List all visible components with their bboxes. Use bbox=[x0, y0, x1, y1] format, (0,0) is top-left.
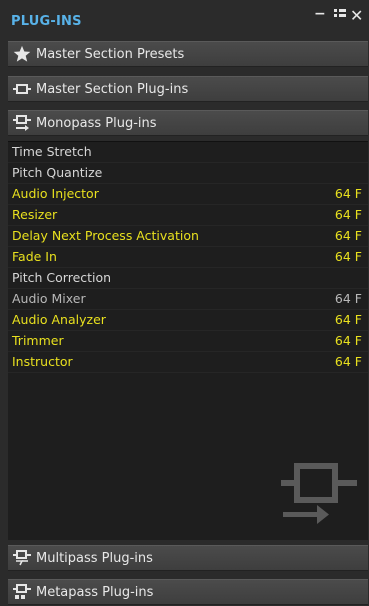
plugins-panel: PLUG-INS − ✕ Master Section Presets Mast… bbox=[0, 0, 369, 606]
list-item[interactable]: Resizer 64 F bbox=[8, 205, 368, 226]
monopass-watermark-icon bbox=[275, 458, 365, 530]
section-label: Metapass Plug-ins bbox=[36, 584, 154, 600]
plugin-icon bbox=[8, 83, 36, 95]
list-item[interactable]: Instructor 64 F bbox=[8, 352, 368, 373]
monopass-icon bbox=[8, 115, 36, 131]
dock-icon[interactable] bbox=[333, 7, 347, 23]
section-multipass-plugins[interactable]: Multipass Plug-ins bbox=[8, 545, 368, 571]
close-icon[interactable]: ✕ bbox=[350, 6, 363, 25]
section-metapass-plugins[interactable]: Metapass Plug-ins bbox=[8, 579, 368, 605]
section-master-section-plugins[interactable]: Master Section Plug-ins bbox=[8, 76, 368, 102]
list-item[interactable]: Audio Mixer 64 F bbox=[8, 289, 368, 310]
list-item[interactable]: Time Stretch bbox=[8, 142, 368, 163]
section-label: Master Section Presets bbox=[36, 46, 185, 62]
panel-title: PLUG-INS bbox=[11, 14, 82, 29]
list-item[interactable]: Pitch Correction bbox=[8, 268, 368, 289]
list-item[interactable]: Fade In 64 F bbox=[8, 247, 368, 268]
section-label: Monopass Plug-ins bbox=[36, 115, 157, 131]
metapass-icon bbox=[8, 584, 36, 600]
list-item[interactable]: Audio Injector 64 F bbox=[8, 184, 368, 205]
section-monopass-plugins[interactable]: Monopass Plug-ins bbox=[8, 110, 368, 136]
section-label: Multipass Plug-ins bbox=[36, 550, 153, 566]
multipass-icon bbox=[8, 550, 36, 566]
panel-titlebar: PLUG-INS − ✕ bbox=[0, 0, 369, 40]
section-master-section-presets[interactable]: Master Section Presets bbox=[8, 41, 368, 67]
list-item[interactable]: Trimmer 64 F bbox=[8, 331, 368, 352]
list-item[interactable]: Delay Next Process Activation 64 F bbox=[8, 226, 368, 247]
list-item[interactable]: Pitch Quantize bbox=[8, 163, 368, 184]
list-item[interactable]: Audio Analyzer 64 F bbox=[8, 310, 368, 331]
section-label: Master Section Plug-ins bbox=[36, 81, 189, 97]
minimize-icon[interactable]: − bbox=[314, 6, 326, 22]
star-icon bbox=[8, 45, 36, 63]
